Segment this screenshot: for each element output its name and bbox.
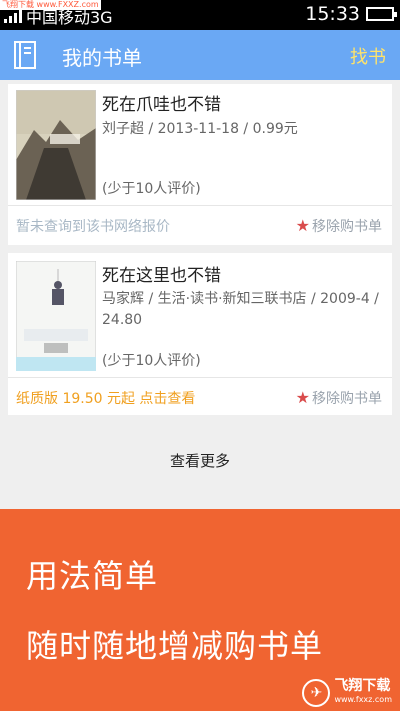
book-cover[interactable] [16, 90, 96, 200]
status-right: 15:33 [305, 3, 397, 25]
promo-line-1: 用法简单 [26, 557, 159, 595]
book-rating: (少于10人评价) [102, 181, 201, 197]
price-note-link[interactable]: 纸质版 19.50 元起 点击查看 [16, 388, 195, 408]
app-bar: 我的书单 找书 [0, 30, 400, 80]
card-footer: 纸质版 19.50 元起 点击查看 ★ 移除购书单 [8, 377, 392, 415]
remove-label: 移除购书单 [312, 219, 382, 235]
book-meta: 刘子超 / 2013-11-18 / 0.99元 [102, 121, 298, 137]
book-card[interactable]: 死在这里也不错 马家辉 / 生活·读书·新知三联书店 / 2009-4 / 24… [8, 253, 392, 415]
watermark-text: 飞翔下载 www.FXXZ.com [0, 0, 101, 10]
book-meta: 马家辉 / 生活·读书·新知三联书店 / 2009-4 / 24.80 [102, 291, 379, 328]
signal-icon [4, 9, 22, 23]
book-rating: (少于10人评价) [102, 353, 201, 369]
clock: 15:33 [305, 3, 360, 25]
find-books-button[interactable]: 找书 [350, 43, 386, 69]
remove-from-list-button[interactable]: ★ 移除购书单 [296, 388, 382, 408]
card-footer: 暂未查询到该书网络报价 ★ 移除购书单 [8, 205, 392, 243]
star-icon: ★ [295, 216, 310, 235]
logo-sub-text: www.fxxz.com [334, 695, 392, 704]
status-bar: 中国移动3G 15:33 飞翔下载 www.FXXZ.com [0, 0, 400, 30]
book-list-icon[interactable] [13, 41, 37, 69]
view-more-button[interactable]: 查看更多 [0, 450, 400, 471]
logo-icon: ✈ [302, 679, 331, 707]
book-cover[interactable] [16, 261, 96, 371]
page-title: 我的书单 [62, 46, 142, 70]
battery-icon [366, 7, 397, 21]
logo-main-text: 飞翔下载 [334, 678, 391, 694]
remove-from-list-button[interactable]: ★ 移除购书单 [296, 216, 382, 236]
price-note: 暂未查询到该书网络报价 [16, 219, 170, 235]
remove-label: 移除购书单 [312, 391, 382, 407]
promo-banner: 用法简单 随时随地增减购书单 ✈ 飞翔下载 www.fxxz.com [0, 509, 400, 711]
book-card[interactable]: 死在爪哇也不错 刘子超 / 2013-11-18 / 0.99元 (少于10人评… [8, 84, 392, 245]
book-title[interactable]: 死在爪哇也不错 [102, 90, 221, 115]
promo-line-2: 随时随地增减购书单 [26, 627, 324, 665]
star-icon: ★ [295, 388, 310, 407]
book-title[interactable]: 死在这里也不错 [102, 261, 221, 286]
watermark-logo: ✈ 飞翔下载 www.fxxz.com [302, 679, 392, 707]
